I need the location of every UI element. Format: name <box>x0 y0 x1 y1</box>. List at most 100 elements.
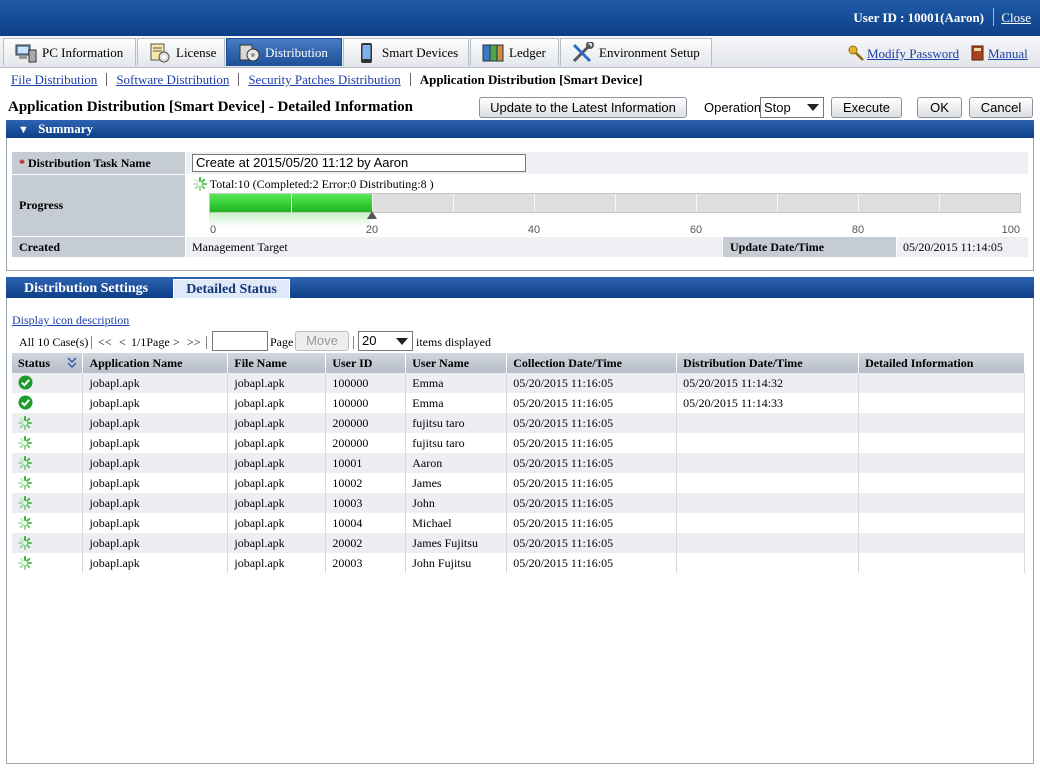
user-id-label: User ID : 10001(Aaron) <box>853 10 984 25</box>
first-page-link[interactable]: << <box>98 335 112 350</box>
cell-detailed-information <box>858 433 1025 453</box>
col-user-id[interactable]: User ID <box>325 353 407 373</box>
tab-pc-information[interactable]: PC Information <box>3 38 136 66</box>
distributing-spinner-icon <box>18 475 32 490</box>
cell-user-name: John <box>405 493 508 513</box>
progress-summary: Total:10 (Completed:2 Error:0 Distributi… <box>193 177 434 192</box>
summary-header[interactable]: ▼ Summary <box>6 120 1034 138</box>
cell-user-id: 20002 <box>325 533 407 553</box>
table-row[interactable]: jobapl.apk jobapl.apk 20003 John Fujitsu 05/… <box>12 553 1025 573</box>
cell-status <box>12 453 84 473</box>
task-name-input[interactable]: Create at 2015/05/20 11:12 by Aaron <box>192 154 526 172</box>
modify-password-link[interactable]: Modify Password <box>867 46 959 62</box>
cell-user-id: 20003 <box>325 553 407 573</box>
cell-distribution-datetime: 05/20/2015 11:14:32 <box>676 373 860 393</box>
table-row[interactable]: jobapl.apk jobapl.apk 10003 John 05/20/2015 … <box>12 493 1025 513</box>
distributing-spinner-icon <box>18 555 32 570</box>
sort-icon[interactable] <box>67 357 77 369</box>
cell-detailed-information <box>858 373 1025 393</box>
table-row[interactable]: jobapl.apk jobapl.apk 10004 Michael 05/20/20… <box>12 513 1025 533</box>
cell-user-name: John Fujitsu <box>405 553 508 573</box>
ok-button[interactable]: OK <box>917 97 962 118</box>
table-row[interactable]: jobapl.apk jobapl.apk 10001 Aaron 05/20/2015… <box>12 453 1025 473</box>
current-page-label: Application Distribution [Smart Device] <box>419 72 643 87</box>
cell-collection-datetime: 05/20/2015 11:16:05 <box>506 513 678 533</box>
security-patches-link[interactable]: Security Patches Distribution <box>248 72 400 87</box>
col-detailed-information[interactable]: Detailed Information <box>858 353 1025 373</box>
next-page-link[interactable]: > <box>173 335 180 350</box>
col-application-name[interactable]: Application Name <box>82 353 229 373</box>
table-row[interactable]: jobapl.apk jobapl.apk 200000 fujitsu taro 05… <box>12 413 1025 433</box>
cell-application-name: jobapl.apk <box>82 413 229 433</box>
loading-spinner-icon <box>193 177 207 191</box>
progress-bar-tick <box>372 194 373 212</box>
completed-check-icon <box>18 375 33 390</box>
cell-application-name: jobapl.apk <box>82 533 229 553</box>
breadcrumb: File Distribution Software Distribution Se… <box>11 72 643 88</box>
update-latest-button[interactable]: Update to the Latest Information <box>479 97 687 118</box>
close-link[interactable]: Close <box>1001 10 1031 26</box>
cell-file-name: jobapl.apk <box>227 533 327 553</box>
cell-application-name: jobapl.apk <box>82 493 229 513</box>
col-file-name[interactable]: File Name <box>227 353 327 373</box>
table-row[interactable]: jobapl.apk jobapl.apk 20002 James Fujitsu 05… <box>12 533 1025 553</box>
detail-tabs: Distribution Settings Detailed Status <box>6 277 1034 298</box>
cell-distribution-datetime <box>676 453 860 473</box>
tab-ledger[interactable]: Ledger <box>470 38 559 66</box>
col-collection-datetime[interactable]: Collection Date/Time <box>506 353 678 373</box>
distributing-spinner-icon <box>18 515 32 530</box>
operation-value: Stop <box>764 100 791 115</box>
table-row[interactable]: jobapl.apk jobapl.apk 200000 fujitsu taro 05… <box>12 433 1025 453</box>
cell-distribution-datetime <box>676 513 860 533</box>
cell-user-id: 100000 <box>325 373 407 393</box>
tab-environment-setup[interactable]: Environment Setup <box>560 38 712 66</box>
cell-user-name: James <box>405 473 508 493</box>
progress-axis-label: 80 <box>851 224 865 236</box>
table-row[interactable]: jobapl.apk jobapl.apk 100000 Emma 05/20/2015… <box>12 393 1025 413</box>
tab-smart-devices[interactable]: Smart Devices <box>343 38 469 66</box>
operation-select[interactable]: Stop <box>760 97 824 118</box>
table-row[interactable]: jobapl.apk jobapl.apk 100000 Emma 05/20/2015… <box>12 373 1025 393</box>
prev-page-link[interactable]: < <box>119 335 126 350</box>
collapse-triangle-icon: ▼ <box>18 124 29 136</box>
divider <box>91 336 92 349</box>
update-datetime-label: Update Date/Time <box>723 237 896 257</box>
cell-collection-datetime: 05/20/2015 11:16:05 <box>506 473 678 493</box>
distributing-spinner-icon <box>18 415 32 430</box>
manual-link[interactable]: Manual <box>988 46 1028 62</box>
tab-license[interactable]: License <box>137 38 225 66</box>
execute-button[interactable]: Execute <box>831 97 902 118</box>
col-user-name[interactable]: User Name <box>405 353 508 373</box>
table-row[interactable]: jobapl.apk jobapl.apk 10002 James 05/20/2015… <box>12 473 1025 493</box>
software-distribution-link[interactable]: Software Distribution <box>116 72 229 87</box>
progress-text: Total:10 (Completed:2 Error:0 Distributi… <box>209 177 434 191</box>
tab-label: Ledger <box>509 45 546 60</box>
cell-application-name: jobapl.apk <box>82 433 229 453</box>
cell-status <box>12 373 84 393</box>
tab-label: Distribution <box>265 45 328 60</box>
icon-description-link[interactable]: Display icon description <box>12 313 129 328</box>
col-status[interactable]: Status <box>12 353 84 373</box>
tab-distribution[interactable]: Distribution <box>226 38 342 66</box>
col-distribution-datetime[interactable]: Distribution Date/Time <box>676 353 860 373</box>
cell-distribution-datetime <box>676 413 860 433</box>
divider <box>238 73 240 86</box>
chevron-down-icon <box>807 104 819 111</box>
page-number-input[interactable] <box>212 331 268 351</box>
tab-detailed-status[interactable]: Detailed Status <box>173 279 290 298</box>
cell-file-name: jobapl.apk <box>227 393 327 413</box>
file-distribution-link[interactable]: File Distribution <box>11 72 97 87</box>
items-per-page-select[interactable]: 20 <box>358 331 413 351</box>
cell-detailed-information <box>858 453 1025 473</box>
cancel-button[interactable]: Cancel <box>969 97 1033 118</box>
last-page-link[interactable]: >> <box>187 335 201 350</box>
cell-collection-datetime: 05/20/2015 11:16:05 <box>506 533 678 553</box>
move-button[interactable]: Move <box>295 331 349 351</box>
tab-label: PC Information <box>42 45 124 60</box>
task-name-label-text: Distribution Task Name <box>28 156 151 170</box>
page-label: Page <box>270 335 294 349</box>
tab-distribution-settings[interactable]: Distribution Settings <box>18 279 178 298</box>
cell-detailed-information <box>858 413 1025 433</box>
distributing-spinner-icon <box>18 435 32 450</box>
cell-user-id: 200000 <box>325 433 407 453</box>
